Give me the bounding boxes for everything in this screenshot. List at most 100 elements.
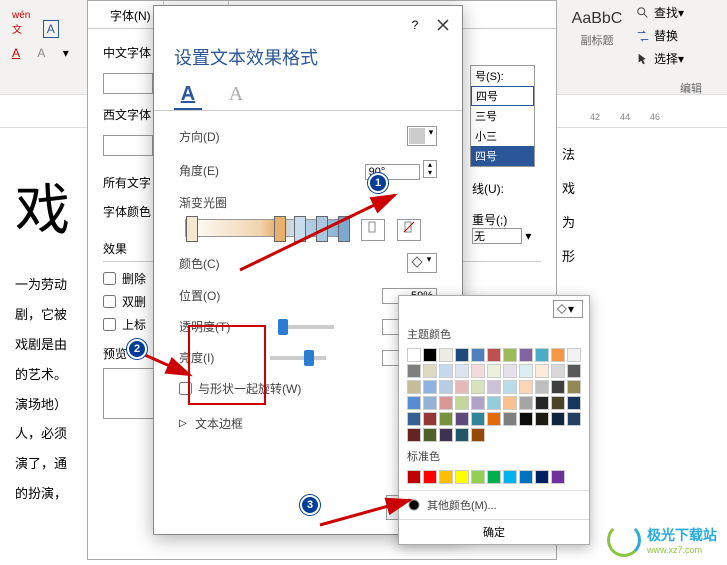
color-swatch[interactable]	[487, 470, 501, 484]
color-swatch[interactable]	[423, 364, 437, 378]
add-stop-button[interactable]	[361, 219, 385, 241]
char-shading-icon[interactable]: ▾	[58, 43, 74, 63]
color-swatch[interactable]	[439, 470, 453, 484]
color-swatch[interactable]	[471, 380, 485, 394]
tab-text-outline[interactable]: A	[222, 80, 250, 110]
brightness-slider[interactable]	[270, 356, 326, 360]
find-button[interactable]: 查找 ▾	[632, 2, 722, 23]
color-swatch[interactable]	[519, 348, 533, 362]
rotate-with-shape-checkbox[interactable]	[179, 382, 192, 395]
size-selected[interactable]: 四号	[471, 86, 534, 106]
color-swatch[interactable]	[519, 380, 533, 394]
color-swatch[interactable]	[455, 470, 469, 484]
more-colors-button[interactable]: 其他颜色(M)...	[399, 490, 589, 519]
color-swatch[interactable]	[407, 396, 421, 410]
color-swatch[interactable]	[423, 380, 437, 394]
color-swatch[interactable]	[551, 396, 565, 410]
gradient-stop[interactable]	[186, 216, 198, 242]
select-button[interactable]: 选择 ▾	[632, 48, 722, 69]
color-swatch[interactable]	[471, 412, 485, 426]
size-dropdown[interactable]: 号(S): 四号 三号 小三 四号	[470, 65, 535, 167]
color-swatch[interactable]	[519, 412, 533, 426]
gradient-stop-selected[interactable]	[274, 216, 286, 242]
color-swatch[interactable]	[439, 348, 453, 362]
color-swatch[interactable]	[551, 380, 565, 394]
color-swatch[interactable]	[455, 412, 469, 426]
color-swatch[interactable]	[407, 348, 421, 362]
chinese-font-input[interactable]	[103, 73, 153, 94]
angle-spinner[interactable]: ▴▾	[423, 160, 437, 178]
color-swatch[interactable]	[503, 364, 517, 378]
color-swatch[interactable]	[535, 364, 549, 378]
size-option[interactable]: 四号	[471, 146, 534, 166]
color-swatch[interactable]	[455, 396, 469, 410]
color-swatch[interactable]	[455, 348, 469, 362]
color-swatch[interactable]	[439, 380, 453, 394]
color-swatch[interactable]	[551, 364, 565, 378]
direction-dropdown[interactable]: ▾	[407, 126, 437, 146]
color-swatch[interactable]	[407, 364, 421, 378]
color-swatch[interactable]	[567, 380, 581, 394]
color-swatch[interactable]	[519, 470, 533, 484]
double-strike-checkbox[interactable]	[103, 295, 116, 308]
color-swatch[interactable]	[567, 364, 581, 378]
color-swatch[interactable]	[487, 348, 501, 362]
strike-checkbox[interactable]	[103, 272, 116, 285]
color-swatch[interactable]	[503, 380, 517, 394]
size-option[interactable]: 小三	[471, 126, 534, 146]
color-swatch[interactable]	[503, 396, 517, 410]
color-swatch[interactable]	[535, 380, 549, 394]
color-swatch[interactable]	[535, 470, 549, 484]
color-swatch[interactable]	[423, 428, 437, 442]
color-swatch[interactable]	[535, 412, 549, 426]
color-confirm-button[interactable]: 确定	[399, 519, 589, 544]
gradient-track[interactable]	[185, 219, 350, 237]
color-swatch[interactable]	[455, 380, 469, 394]
color-dropdown[interactable]: ▾	[407, 253, 437, 273]
transparency-slider[interactable]	[278, 325, 334, 329]
color-drop-button[interactable]: ▾	[553, 300, 583, 318]
color-swatch[interactable]	[439, 364, 453, 378]
color-swatch[interactable]	[551, 470, 565, 484]
color-swatch[interactable]	[407, 470, 421, 484]
close-button[interactable]	[434, 16, 452, 34]
style-box-subtitle[interactable]: AaBbC 副标题	[562, 10, 632, 60]
color-swatch[interactable]	[471, 348, 485, 362]
font-color-icon[interactable]: A	[7, 43, 25, 63]
gradient-stop[interactable]	[316, 216, 328, 242]
replace-button[interactable]: 替换	[632, 25, 722, 46]
color-swatch[interactable]	[567, 396, 581, 410]
color-swatch[interactable]	[471, 428, 485, 442]
color-swatch[interactable]	[487, 396, 501, 410]
color-swatch[interactable]	[567, 348, 581, 362]
color-swatch[interactable]	[423, 412, 437, 426]
color-swatch[interactable]	[471, 364, 485, 378]
color-swatch[interactable]	[535, 396, 549, 410]
color-swatch[interactable]	[407, 412, 421, 426]
text-effects-icon[interactable]: A	[32, 43, 50, 63]
superscript-checkbox[interactable]	[103, 318, 116, 331]
help-button[interactable]: ?	[406, 16, 424, 34]
color-swatch[interactable]	[535, 348, 549, 362]
color-swatch[interactable]	[471, 470, 485, 484]
color-swatch[interactable]	[567, 412, 581, 426]
color-swatch[interactable]	[551, 348, 565, 362]
expander-icon[interactable]: ▷	[179, 418, 189, 429]
color-swatch[interactable]	[423, 396, 437, 410]
color-swatch[interactable]	[439, 412, 453, 426]
color-swatch[interactable]	[503, 470, 517, 484]
color-swatch[interactable]	[471, 396, 485, 410]
color-swatch[interactable]	[407, 380, 421, 394]
color-swatch[interactable]	[487, 380, 501, 394]
color-swatch[interactable]	[455, 428, 469, 442]
color-swatch[interactable]	[439, 396, 453, 410]
gradient-stop[interactable]	[294, 216, 306, 242]
color-swatch[interactable]	[407, 428, 421, 442]
tab-text-fill[interactable]: A	[174, 80, 202, 110]
size-option[interactable]: 三号	[471, 106, 534, 126]
color-swatch[interactable]	[455, 364, 469, 378]
char-border-icon[interactable]: A	[43, 20, 59, 38]
emphasis-input[interactable]	[472, 228, 522, 244]
color-swatch[interactable]	[423, 348, 437, 362]
color-swatch[interactable]	[503, 412, 517, 426]
